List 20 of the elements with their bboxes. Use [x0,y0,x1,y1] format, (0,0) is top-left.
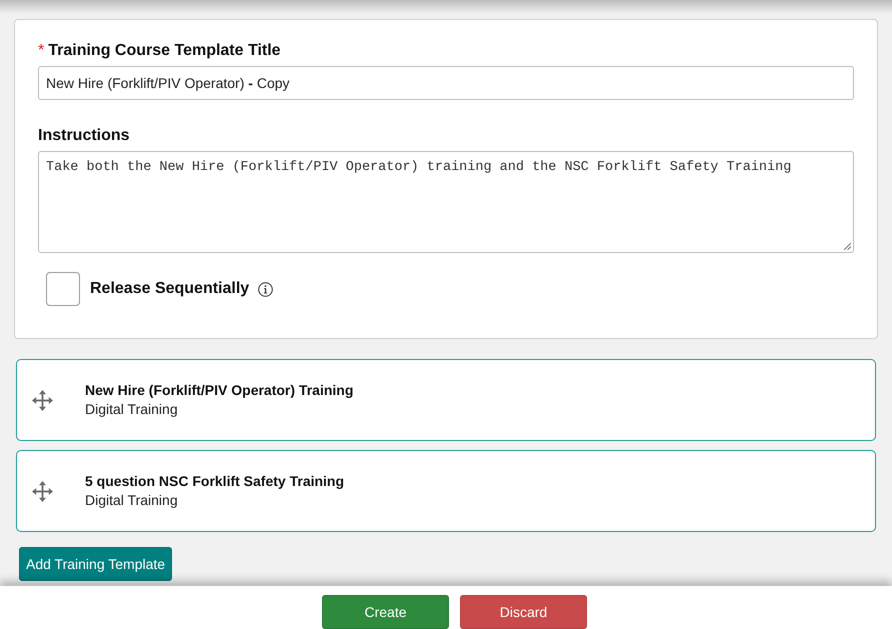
training-template-card[interactable]: 5 question NSC Forklift Safety Training Digital Training [16,450,876,532]
instructions-text-area[interactable]: Take both the New Hire (Forklift/PIV Operator) training and the NSC Forklift Safety Training [38,151,854,253]
release-checkbox[interactable] [46,272,80,306]
info-icon[interactable] [258,282,274,296]
discard-button[interactable]: Discard [460,595,587,629]
template-type: Digital Training [85,491,179,510]
field-label: Instructions [38,126,131,146]
title-input-field[interactable]: New Hire (Forklift/PIV Operator) - Copy [38,66,854,100]
resize-handle-icon[interactable] [843,242,851,250]
create-button[interactable]: Create [322,595,449,629]
checkbox-label: Release Sequentially [90,279,250,299]
template-title: New Hire (Forklift/PIV Operator) Training [85,381,354,400]
template-type: Digital Training [85,400,179,419]
training-template-card[interactable]: New Hire (Forklift/PIV Operator) Training Digital Training [16,359,876,441]
template-title: 5 question NSC Forklift Safety Training [85,472,344,491]
required-mark: * [38,41,44,61]
move-icon[interactable] [32,480,53,502]
add-training-template-button[interactable]: Add Training Template [19,547,172,581]
move-icon[interactable] [32,390,53,410]
field-label: Training Course Template Title [48,41,281,61]
